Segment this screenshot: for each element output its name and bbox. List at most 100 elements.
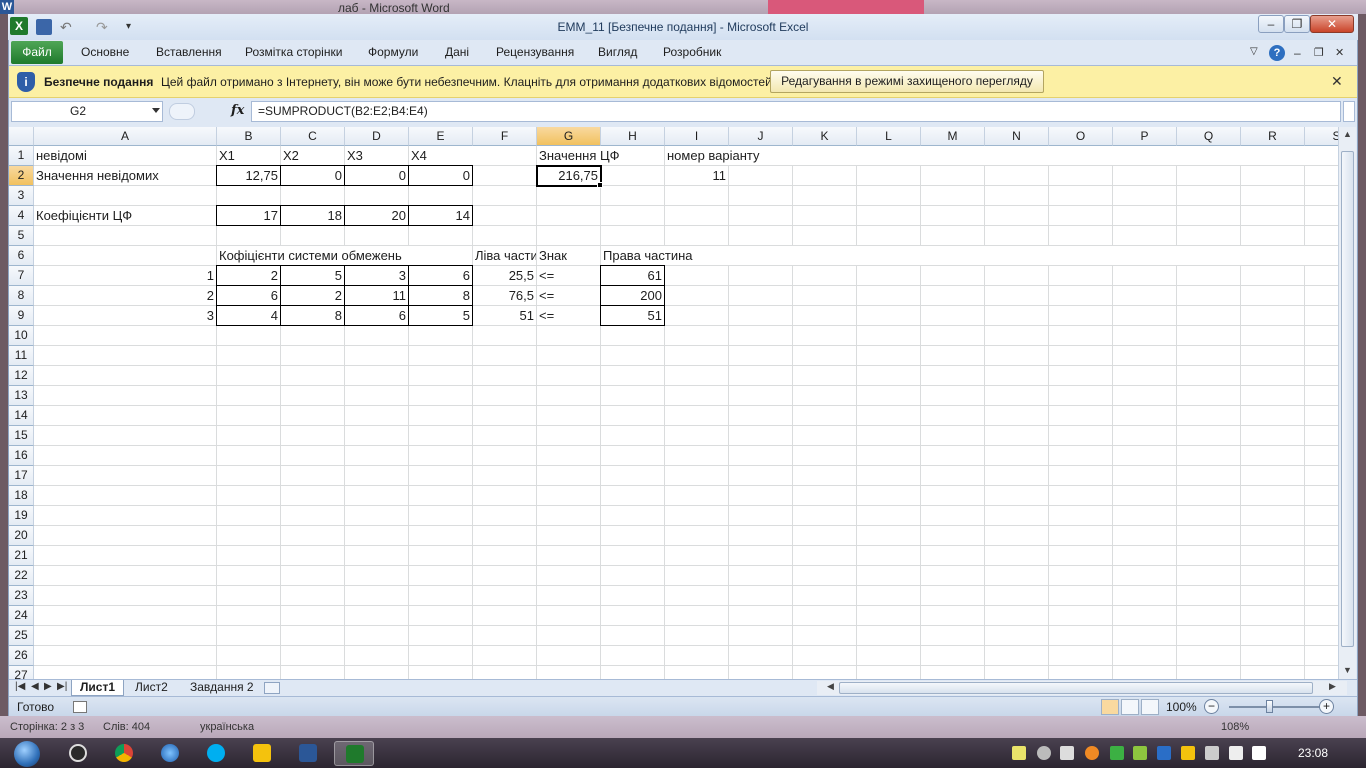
cell-F3[interactable]	[473, 186, 537, 206]
cell-L12[interactable]	[857, 366, 921, 386]
cell-Q26[interactable]	[1177, 646, 1241, 666]
cell-L16[interactable]	[857, 446, 921, 466]
column-header-c[interactable]: C	[281, 127, 345, 146]
select-all-corner[interactable]	[9, 127, 34, 146]
workbook-restore-icon[interactable]: ❐	[1314, 46, 1328, 60]
taskbar-browser[interactable]	[150, 741, 190, 766]
cell-N20[interactable]	[985, 526, 1049, 546]
cell-N17[interactable]	[985, 466, 1049, 486]
cell-R18[interactable]	[1241, 486, 1305, 506]
cell-A20[interactable]	[34, 526, 217, 546]
row-header-23[interactable]: 23	[9, 586, 34, 606]
cell-E12[interactable]	[409, 366, 473, 386]
cell-Q4[interactable]	[1177, 206, 1241, 226]
cell-N16[interactable]	[985, 446, 1049, 466]
cell-N19[interactable]	[985, 506, 1049, 526]
cell-B20[interactable]	[217, 526, 281, 546]
cell-O18[interactable]	[1049, 486, 1113, 506]
cell-R22[interactable]	[1241, 566, 1305, 586]
cell-F27[interactable]	[473, 666, 537, 679]
cell-P13[interactable]	[1113, 386, 1177, 406]
tray-folder-icon[interactable]	[1012, 746, 1026, 760]
close-button[interactable]: ✕	[1310, 15, 1354, 33]
cell-O3[interactable]	[1049, 186, 1113, 206]
cell-A6[interactable]	[34, 246, 217, 266]
cell-H18[interactable]	[601, 486, 665, 506]
cell-N26[interactable]	[985, 646, 1049, 666]
cell-Q22[interactable]	[1177, 566, 1241, 586]
cell-H27[interactable]	[601, 666, 665, 679]
cell-A10[interactable]	[34, 326, 217, 346]
sheet-tab-list2[interactable]: Лист2	[127, 680, 176, 696]
scroll-right-icon[interactable]: ▶	[1329, 681, 1336, 692]
cell-F5[interactable]	[473, 226, 537, 246]
cell-K7[interactable]	[793, 266, 857, 286]
cell-F13[interactable]	[473, 386, 537, 406]
tray-torrent-icon[interactable]	[1110, 746, 1124, 760]
cell-S23[interactable]	[1305, 586, 1338, 606]
cell-B10[interactable]	[217, 326, 281, 346]
cell-Q18[interactable]	[1177, 486, 1241, 506]
cell-N5[interactable]	[985, 226, 1049, 246]
cell-A11[interactable]	[34, 346, 217, 366]
cell-J18[interactable]	[729, 486, 793, 506]
cell-O21[interactable]	[1049, 546, 1113, 566]
cell-J12[interactable]	[729, 366, 793, 386]
cell-I27[interactable]	[665, 666, 729, 679]
cell-I22[interactable]	[665, 566, 729, 586]
cell-P14[interactable]	[1113, 406, 1177, 426]
cell-G21[interactable]	[537, 546, 601, 566]
row-header-20[interactable]: 20	[9, 526, 34, 546]
cell-J15[interactable]	[729, 426, 793, 446]
macro-record-icon[interactable]	[73, 701, 87, 713]
cell-F11[interactable]	[473, 346, 537, 366]
cell-D16[interactable]	[345, 446, 409, 466]
cell-R23[interactable]	[1241, 586, 1305, 606]
cell-J11[interactable]	[729, 346, 793, 366]
cell-N10[interactable]	[985, 326, 1049, 346]
cell-F15[interactable]	[473, 426, 537, 446]
cell-H5[interactable]	[601, 226, 665, 246]
cell-H3[interactable]	[601, 186, 665, 206]
cell-P7[interactable]	[1113, 266, 1177, 286]
cell-Q19[interactable]	[1177, 506, 1241, 526]
page-layout-view-icon[interactable]	[1121, 699, 1139, 715]
cell-E13[interactable]	[409, 386, 473, 406]
cell-I3[interactable]	[665, 186, 729, 206]
cell-M24[interactable]	[921, 606, 985, 626]
cell-S13[interactable]	[1305, 386, 1338, 406]
cell-E5[interactable]	[409, 226, 473, 246]
cell-E18[interactable]	[409, 486, 473, 506]
cell-E20[interactable]	[409, 526, 473, 546]
cell-K21[interactable]	[793, 546, 857, 566]
row-header-21[interactable]: 21	[9, 546, 34, 566]
cell-S27[interactable]	[1305, 666, 1338, 679]
cell-C24[interactable]	[281, 606, 345, 626]
zoom-out-button[interactable]: −	[1204, 699, 1219, 714]
taskbar-skype[interactable]	[196, 741, 236, 766]
cell-O23[interactable]	[1049, 586, 1113, 606]
cell-R14[interactable]	[1241, 406, 1305, 426]
column-header-g[interactable]: G	[537, 127, 601, 146]
cell-H23[interactable]	[601, 586, 665, 606]
cell-M23[interactable]	[921, 586, 985, 606]
cell-Q8[interactable]	[1177, 286, 1241, 306]
cell-H17[interactable]	[601, 466, 665, 486]
cell-M18[interactable]	[921, 486, 985, 506]
cell-A13[interactable]	[34, 386, 217, 406]
cell-Q24[interactable]	[1177, 606, 1241, 626]
cell-E25[interactable]	[409, 626, 473, 646]
column-header-q[interactable]: Q	[1177, 127, 1241, 146]
cell-O27[interactable]	[1049, 666, 1113, 679]
cell-O11[interactable]	[1049, 346, 1113, 366]
cell-Q21[interactable]	[1177, 546, 1241, 566]
cell-H24[interactable]	[601, 606, 665, 626]
tray-powerpoint-icon[interactable]	[1181, 746, 1195, 760]
cell-D25[interactable]	[345, 626, 409, 646]
cell-P18[interactable]	[1113, 486, 1177, 506]
column-header-k[interactable]: K	[793, 127, 857, 146]
cell-I18[interactable]	[665, 486, 729, 506]
cell-I24[interactable]	[665, 606, 729, 626]
cell-J8[interactable]	[729, 286, 793, 306]
cell-E11[interactable]	[409, 346, 473, 366]
